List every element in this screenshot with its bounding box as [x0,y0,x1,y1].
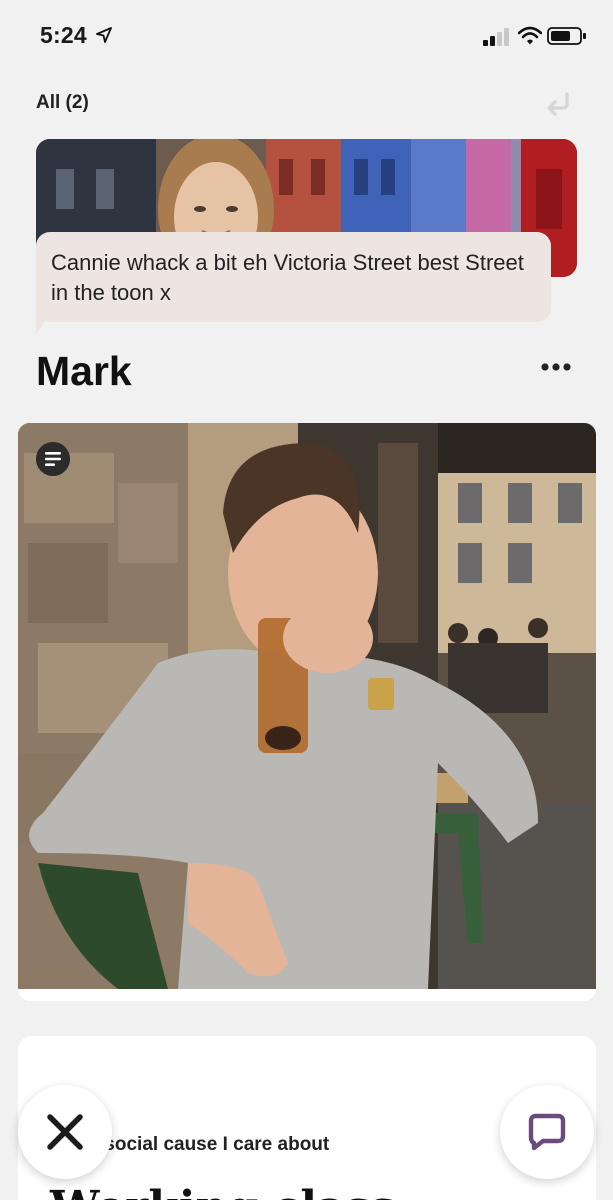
prompt-answer: Working class [50,1182,395,1200]
profile-photo-card[interactable] [18,423,596,1001]
profile-name: Mark [36,348,132,394]
undo-icon[interactable] [543,90,573,118]
chat-bubble-icon [528,1113,566,1151]
location-arrow-icon [96,27,112,43]
comment-lines-icon[interactable] [36,442,70,476]
cellular-signal-icon [483,28,509,46]
skip-button[interactable] [18,1085,112,1179]
close-icon [47,1114,83,1150]
prompt-label: A social cause I care about [86,1134,330,1155]
reply-message-bubble: Cannie whack a bit eh Victoria Street be… [36,232,551,322]
status-bar: 5:24 [0,0,613,72]
status-time: 5:24 [40,22,87,48]
more-dots-icon[interactable] [540,361,572,373]
matches-filter[interactable]: All (2) [36,92,89,114]
wifi-icon [518,26,542,45]
battery-icon [547,27,586,45]
send-message-button[interactable] [500,1085,594,1179]
profile-photo [18,423,596,989]
